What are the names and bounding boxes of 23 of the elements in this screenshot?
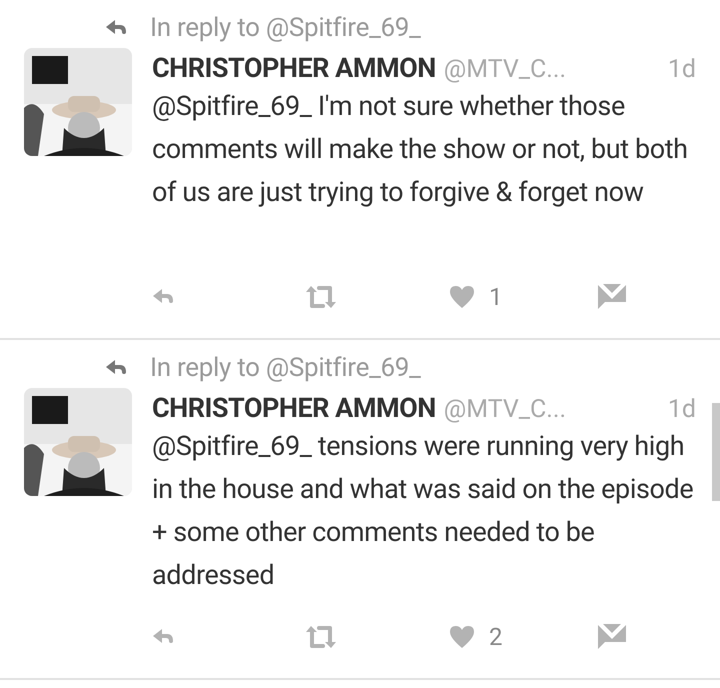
envelope-icon	[598, 284, 626, 310]
heart-icon	[449, 285, 475, 309]
display-name[interactable]: CHRISTOPHER AMMON	[152, 48, 436, 88]
retweet-button[interactable]	[303, 625, 339, 649]
display-name[interactable]: CHRISTOPHER AMMON	[152, 388, 436, 428]
scrollbar[interactable]	[712, 403, 720, 501]
reply-context[interactable]: In reply to @Spitfire_69_	[150, 348, 421, 388]
user-handle: @MTV_C...	[444, 394, 566, 426]
retweet-icon	[303, 285, 339, 309]
tweet-text: @Spitfire_69_ tensions were running very high in the house and what was said on the episode + some other comments needed to be addressed	[152, 429, 694, 593]
message-button[interactable]	[598, 284, 626, 310]
envelope-icon	[598, 624, 626, 650]
tweet-text: @Spitfire_69_ I'm not sure whether those comments will make the show or not, but both of us are just trying to forgive & forget now	[152, 89, 689, 210]
heart-icon	[449, 625, 475, 649]
like-button[interactable]: 2	[449, 619, 502, 655]
like-button[interactable]: 1	[449, 279, 502, 315]
message-button[interactable]	[598, 624, 626, 650]
timestamp: 1d	[668, 394, 696, 426]
user-handle: @MTV_C...	[444, 54, 566, 86]
retweet-icon	[303, 625, 339, 649]
retweet-button[interactable]	[303, 285, 339, 309]
timestamp: 1d	[668, 54, 696, 86]
reply-context[interactable]: In reply to @Spitfire_69_	[150, 8, 421, 48]
